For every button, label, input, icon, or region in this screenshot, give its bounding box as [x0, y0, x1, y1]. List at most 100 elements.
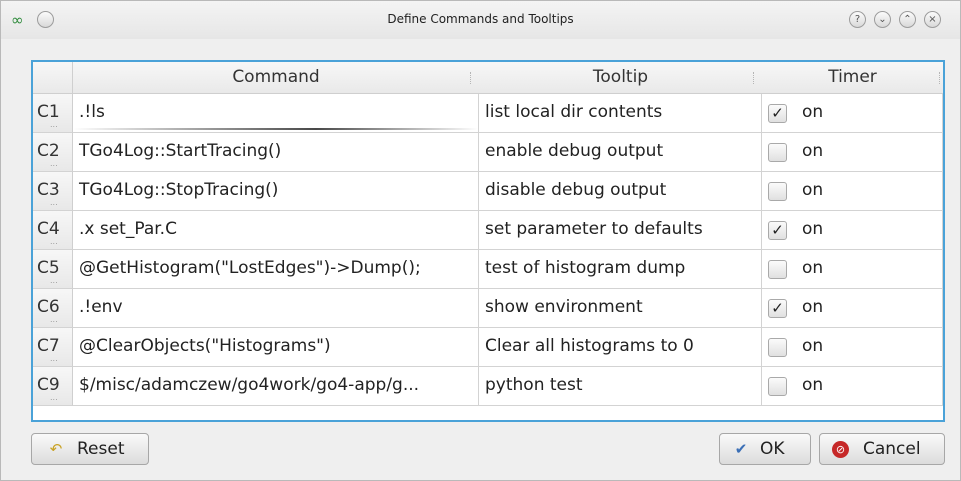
- command-text: .!ls: [79, 102, 105, 122]
- command-text: TGo4Log::StopTracing(): [79, 180, 279, 200]
- timer-checkbox[interactable]: ✓: [768, 221, 787, 240]
- row-resize-dots: ...: [50, 393, 58, 402]
- table-row: C7... @ClearObjects("Histograms") Clear al…: [33, 328, 943, 367]
- cancel-icon: ⊘: [832, 441, 849, 458]
- timer-checkbox[interactable]: [768, 260, 787, 279]
- row-id: C2: [37, 141, 60, 161]
- row-resize-dots: ...: [50, 159, 58, 168]
- timer-checkbox[interactable]: [768, 182, 787, 201]
- row-id: C4: [37, 219, 60, 239]
- edit-cursor-line: [73, 128, 478, 130]
- tooltip-text: list local dir contents: [485, 102, 663, 122]
- timer-checkbox[interactable]: [768, 377, 787, 396]
- tooltip-text: set parameter to defaults: [485, 219, 703, 239]
- tooltip-cell[interactable]: disable debug output: [479, 172, 762, 211]
- timer-label: on: [802, 141, 824, 161]
- row-header[interactable]: C9...: [33, 367, 73, 406]
- row-header[interactable]: C2...: [33, 133, 73, 172]
- timer-cell: ✓ on: [762, 94, 943, 133]
- timer-cell: on: [762, 328, 943, 367]
- tooltip-cell[interactable]: list local dir contents: [479, 94, 762, 133]
- column-header-tooltip[interactable]: Tooltip: [479, 62, 762, 94]
- timer-checkbox[interactable]: [768, 143, 787, 162]
- command-text: @GetHistogram("LostEdges")->Dump();: [79, 258, 421, 278]
- table-row: C5... @GetHistogram("LostEdges")->Dump();…: [33, 250, 943, 289]
- tooltip-cell[interactable]: Clear all histograms to 0: [479, 328, 762, 367]
- cancel-label: Cancel: [863, 439, 921, 459]
- column-resize-grip[interactable]: [753, 72, 757, 84]
- close-button[interactable]: ×: [924, 11, 941, 28]
- timer-checkbox[interactable]: ✓: [768, 104, 787, 123]
- row-header[interactable]: C7...: [33, 328, 73, 367]
- timer-label: on: [802, 102, 824, 122]
- command-text: .!env: [79, 297, 123, 317]
- tooltip-text: test of histogram dump: [485, 258, 686, 278]
- column-resize-grip[interactable]: [939, 72, 943, 84]
- timer-checkbox[interactable]: ✓: [768, 299, 787, 318]
- command-cell[interactable]: TGo4Log::StartTracing(): [73, 133, 479, 172]
- timer-label: on: [802, 219, 824, 239]
- table-row: C1... .!ls list local dir contents ✓ on: [33, 94, 943, 133]
- row-id: C6: [37, 297, 60, 317]
- timer-label: on: [802, 180, 824, 200]
- table-row: C9... $/misc/adamczew/go4work/go4-app/g..…: [33, 367, 943, 406]
- help-button[interactable]: ?: [849, 11, 866, 28]
- column-header-command[interactable]: Command: [73, 62, 479, 94]
- row-resize-dots: ...: [50, 198, 58, 207]
- command-cell[interactable]: $/misc/adamczew/go4work/go4-app/g...: [73, 367, 479, 406]
- command-cell[interactable]: .!env: [73, 289, 479, 328]
- timer-label: on: [802, 297, 824, 317]
- tooltip-text: Clear all histograms to 0: [485, 336, 694, 356]
- reset-button[interactable]: ↶ Reset: [31, 433, 149, 465]
- command-text: @ClearObjects("Histograms"): [79, 336, 331, 356]
- timer-cell: ✓ on: [762, 289, 943, 328]
- command-cell[interactable]: @GetHistogram("LostEdges")->Dump();: [73, 250, 479, 289]
- tooltip-text: python test: [485, 375, 583, 395]
- column-resize-grip[interactable]: [470, 72, 474, 84]
- table-row: C4... .x set_Par.C set parameter to defaul…: [33, 211, 943, 250]
- timer-label: on: [802, 258, 824, 278]
- row-resize-dots: ...: [50, 237, 58, 246]
- row-id: C3: [37, 180, 60, 200]
- tooltip-cell[interactable]: show environment: [479, 289, 762, 328]
- tooltip-cell[interactable]: set parameter to defaults: [479, 211, 762, 250]
- timer-cell: on: [762, 172, 943, 211]
- row-resize-dots: ...: [50, 120, 58, 129]
- timer-cell: on: [762, 133, 943, 172]
- cancel-button[interactable]: ⊘ Cancel: [819, 433, 945, 465]
- row-resize-dots: ...: [50, 315, 58, 324]
- tooltip-text: show environment: [485, 297, 643, 317]
- tooltip-cell[interactable]: test of histogram dump: [479, 250, 762, 289]
- timer-label: on: [802, 336, 824, 356]
- row-resize-dots: ...: [50, 354, 58, 363]
- row-header[interactable]: C6...: [33, 289, 73, 328]
- ok-button[interactable]: ✔ OK: [719, 433, 811, 465]
- row-id: C1: [37, 102, 60, 122]
- row-header[interactable]: C1...: [33, 94, 73, 133]
- tooltip-text: enable debug output: [485, 141, 664, 161]
- row-header[interactable]: C5...: [33, 250, 73, 289]
- column-header-timer[interactable]: Timer: [762, 62, 943, 94]
- table-row: C2... TGo4Log::StartTracing() enable debug…: [33, 133, 943, 172]
- command-cell[interactable]: .x set_Par.C: [73, 211, 479, 250]
- dialog-window: ∞ Define Commands and Tooltips ? ⌄ ⌃ × C…: [0, 0, 961, 481]
- row-id: C9: [37, 375, 60, 395]
- command-cell[interactable]: @ClearObjects("Histograms"): [73, 328, 479, 367]
- row-header[interactable]: C4...: [33, 211, 73, 250]
- tooltip-cell[interactable]: enable debug output: [479, 133, 762, 172]
- row-header[interactable]: C3...: [33, 172, 73, 211]
- row-resize-dots: ...: [50, 276, 58, 285]
- command-cell[interactable]: TGo4Log::StopTracing(): [73, 172, 479, 211]
- timer-cell: ✓ on: [762, 211, 943, 250]
- reset-label: Reset: [77, 439, 125, 459]
- minimize-button[interactable]: ⌄: [874, 11, 891, 28]
- timer-label: on: [802, 375, 824, 395]
- timer-cell: on: [762, 250, 943, 289]
- ok-label: OK: [760, 439, 785, 459]
- checkmark-icon: ✔: [734, 440, 748, 458]
- maximize-button[interactable]: ⌃: [899, 11, 916, 28]
- tooltip-cell[interactable]: python test: [479, 367, 762, 406]
- command-cell[interactable]: .!ls: [73, 94, 479, 133]
- timer-checkbox[interactable]: [768, 338, 787, 357]
- command-text: TGo4Log::StartTracing(): [79, 141, 282, 161]
